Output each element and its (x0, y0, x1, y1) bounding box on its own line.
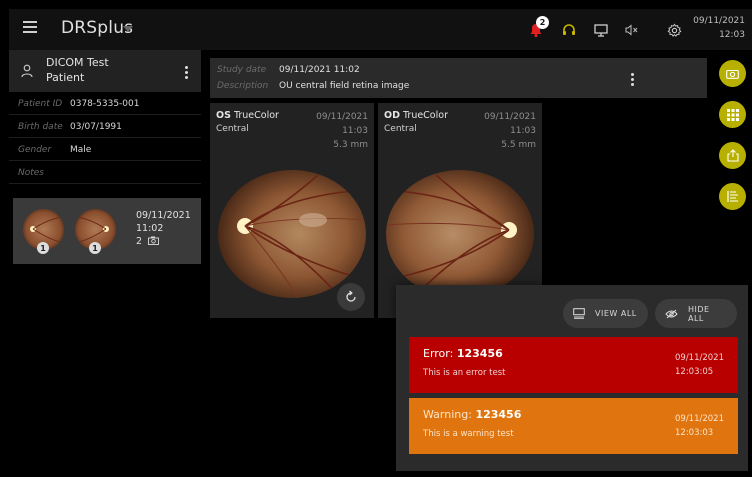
study-description-value: OU central field retina image (279, 81, 410, 91)
top-bar: DRSplus 2 09/11/2021 12:03 (9, 9, 752, 50)
patient-name: DICOM Test Patient (46, 55, 166, 85)
clock: 09/11/2021 12:03 (693, 14, 745, 42)
patient-id-value: 0378-5335-001 (70, 99, 140, 109)
image-time: 11:03 (342, 126, 368, 136)
notification-time: 12:03:03 (675, 428, 714, 438)
study-menu-icon[interactable] (631, 73, 635, 88)
notifications-button[interactable]: 2 (525, 16, 549, 41)
view-all-label: VIEW ALL (595, 309, 637, 318)
study-date-value: 09/11/2021 11:02 (279, 65, 360, 75)
list-icon (573, 308, 585, 319)
layout-grid-button[interactable] (719, 101, 746, 128)
notification-title: Warning: 123456 (423, 408, 521, 421)
notification-date: 09/11/2021 (675, 353, 724, 363)
study-card[interactable]: 1 1 09/11/2021 11:02 2 (13, 198, 201, 264)
image-card-os[interactable]: OS TrueColor Central 09/11/2021 11:03 5.… (210, 103, 374, 318)
thumbnail-count-badge: 1 (37, 242, 49, 254)
menu-icon[interactable] (23, 21, 37, 35)
study-date-label: Study date (217, 65, 267, 75)
notification-count-badge: 2 (536, 16, 549, 29)
fundus-image[interactable] (218, 170, 366, 298)
image-field: Central (216, 124, 249, 134)
notification-message: This is an error test (423, 368, 506, 378)
headset-icon[interactable] (558, 19, 580, 41)
hide-all-button[interactable]: HIDE ALL (655, 299, 737, 328)
image-time: 11:03 (510, 126, 536, 136)
patient-id-label: Patient ID (18, 99, 63, 109)
birth-date-row: Birth date 03/07/1991 (9, 116, 201, 138)
camera-icon (726, 69, 739, 79)
gender-row: Gender Male (9, 139, 201, 161)
image-size: 5.5 mm (501, 140, 536, 150)
fundus-image[interactable] (386, 170, 534, 298)
export-icon (726, 149, 739, 162)
speaker-muted-icon[interactable] (621, 19, 643, 41)
notification-kind: Error: (423, 347, 454, 360)
clock-date: 09/11/2021 (693, 16, 745, 26)
image-mode: TrueColor (233, 110, 279, 121)
image-eye-label: OS TrueColor (216, 110, 279, 121)
patient-header[interactable]: DICOM Test Patient (9, 50, 201, 92)
export-button[interactable] (719, 142, 746, 169)
notification-panel: VIEW ALL HIDE ALL Error: 123456 This is … (396, 285, 748, 471)
image-mode: TrueColor (403, 110, 448, 121)
patient-name-line1: DICOM Test (46, 56, 109, 69)
clock-time: 12:03 (719, 30, 745, 40)
image-count-value: 2 (136, 236, 143, 247)
person-icon (21, 64, 33, 78)
eye-side: OS (216, 110, 231, 121)
notification-code: 123456 (475, 408, 522, 421)
study-header: Study date 09/11/2021 11:02 Description OU… (210, 58, 707, 98)
image-size: 5.3 mm (333, 140, 368, 150)
warning-notification[interactable]: Warning: 123456 This is a warning test 0… (409, 398, 738, 454)
image-field: Central (384, 124, 417, 134)
study-card-image-count: 2 (136, 235, 191, 248)
error-notification[interactable]: Error: 123456 This is an error test 09/1… (409, 337, 738, 393)
study-description-label: Description (217, 81, 269, 91)
thumbnail-count-badge: 1 (89, 242, 101, 254)
eye-off-icon (665, 309, 678, 319)
study-card-date: 09/11/2021 (136, 210, 191, 221)
rotate-button[interactable] (337, 283, 365, 311)
report-icon (726, 191, 738, 202)
notes-label: Notes (18, 168, 44, 178)
notification-message: This is a warning test (423, 429, 514, 439)
notification-timestamp: 09/11/2021 12:03:03 (675, 412, 724, 440)
image-date: 09/11/2021 (484, 112, 536, 122)
patient-id-row: Patient ID 0378-5335-001 (9, 93, 201, 115)
rotate-icon (346, 290, 356, 302)
caret-down-icon[interactable] (123, 26, 133, 32)
report-button[interactable] (719, 183, 746, 210)
image-date: 09/11/2021 (316, 112, 368, 122)
grid-icon (726, 108, 739, 121)
patient-name-line2: Patient (46, 71, 85, 84)
gender-value: Male (70, 145, 92, 155)
notification-code: 123456 (456, 347, 503, 360)
study-date-row: Study date 09/11/2021 11:02 (217, 65, 360, 75)
study-description-row: Description OU central field retina image (217, 81, 409, 91)
capture-button[interactable] (719, 60, 746, 87)
study-card-time: 11:02 (136, 223, 164, 234)
gear-icon[interactable] (663, 19, 685, 41)
monitor-icon[interactable] (590, 19, 612, 41)
notes-row: Notes (9, 162, 201, 184)
hide-all-label: HIDE ALL (688, 304, 710, 323)
image-meta: 09/11/2021 11:03 5.3 mm (316, 110, 368, 152)
notification-time: 12:03:05 (675, 367, 714, 377)
notification-date: 09/11/2021 (675, 414, 724, 424)
birth-date-value: 03/07/1991 (70, 122, 122, 132)
notification-title: Error: 123456 (423, 347, 503, 360)
patient-menu-icon[interactable] (185, 66, 189, 81)
notification-timestamp: 09/11/2021 12:03:05 (675, 351, 724, 379)
gender-label: Gender (18, 145, 52, 155)
birth-date-label: Birth date (18, 122, 63, 132)
eye-side: OD (384, 110, 400, 121)
camera-icon (148, 236, 160, 245)
notification-kind: Warning: (423, 408, 472, 421)
image-eye-label: OD TrueColor (384, 110, 448, 121)
image-meta: 09/11/2021 11:03 5.5 mm (484, 110, 536, 152)
view-all-button[interactable]: VIEW ALL (563, 299, 648, 328)
study-card-info: 09/11/2021 11:02 2 (136, 209, 191, 248)
